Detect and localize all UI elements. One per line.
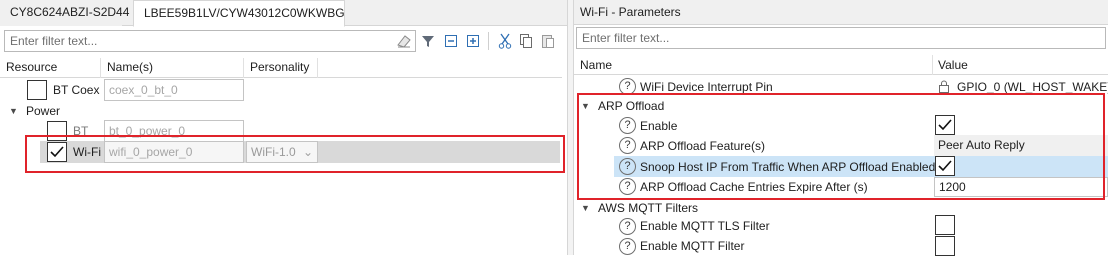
filter-icon[interactable]	[419, 32, 437, 50]
field-value: coex_0_bt_0	[109, 83, 178, 97]
copy-icon[interactable]	[517, 32, 535, 50]
annotation-highlight-box	[577, 93, 1105, 200]
column-label: Resource	[6, 60, 58, 74]
column-header-names[interactable]: Name(s)	[101, 58, 244, 78]
expand-all-icon[interactable]	[464, 32, 482, 50]
power-group-label: Power	[26, 104, 61, 118]
filter-placeholder: Enter filter text...	[10, 34, 98, 48]
bt-coex-name-field[interactable]: coex_0_bt_0	[104, 79, 244, 101]
eraser-icon[interactable]	[395, 32, 413, 50]
help-icon[interactable]: ?	[619, 218, 636, 235]
device-resources-pane: CY8C624ABZI-S2D44 LBEE59B1LV/CYW43012C0W…	[0, 0, 567, 255]
tab-label: CY8C624ABZI-S2D44	[10, 5, 130, 19]
param-mqtt-checkbox[interactable]	[935, 236, 955, 256]
param-mqtt-tls-checkbox[interactable]	[935, 215, 955, 235]
tab-cy8c624abzi[interactable]: CY8C624ABZI-S2D44	[0, 0, 129, 26]
param-mqtt-tls-label: Enable MQTT TLS Filter	[640, 219, 770, 233]
collapse-all-icon[interactable]	[442, 32, 460, 50]
bt-coex-label: BT Coex	[53, 83, 100, 97]
column-header-resource[interactable]: Resource	[0, 58, 101, 78]
filter-input[interactable]: Enter filter text...	[4, 30, 416, 52]
column-divider	[932, 55, 933, 75]
parameters-pane: Wi-Fi - Parameters Enter filter text... …	[574, 0, 1108, 256]
paste-icon[interactable]	[539, 32, 557, 50]
help-icon[interactable]: ?	[619, 238, 636, 255]
param-mqtt-label: Enable MQTT Filter	[640, 239, 745, 253]
toolbar-separator	[488, 32, 489, 50]
parameters-filter-input[interactable]: Enter filter text...	[576, 27, 1106, 49]
chevron-down-icon[interactable]: ▼	[581, 203, 590, 213]
chevron-down-icon[interactable]: ▼	[9, 106, 18, 116]
column-header-personality[interactable]: Personality	[244, 58, 318, 78]
column-label: Name(s)	[107, 60, 154, 74]
pane-splitter[interactable]	[567, 0, 574, 255]
tab-label: LBEE59B1LV/CYW43012C0WKWBG	[144, 6, 345, 20]
cut-icon[interactable]	[496, 32, 514, 50]
annotation-highlight-box	[25, 135, 565, 173]
filter-placeholder: Enter filter text...	[582, 31, 670, 45]
parameters-title: Wi-Fi - Parameters	[580, 5, 681, 19]
parameters-table-header	[574, 55, 1108, 75]
group-aws-mqtt-label: AWS MQTT Filters	[598, 201, 698, 215]
parameters-title-bar: Wi-Fi - Parameters	[574, 0, 1108, 25]
tab-lbee59b1lv[interactable]: LBEE59B1LV/CYW43012C0WKWBG	[133, 0, 345, 27]
bt-coex-checkbox[interactable]	[27, 80, 47, 100]
column-header-name[interactable]: Name	[580, 58, 612, 72]
column-header-value[interactable]: Value	[938, 58, 968, 72]
column-label: Personality	[250, 60, 310, 74]
